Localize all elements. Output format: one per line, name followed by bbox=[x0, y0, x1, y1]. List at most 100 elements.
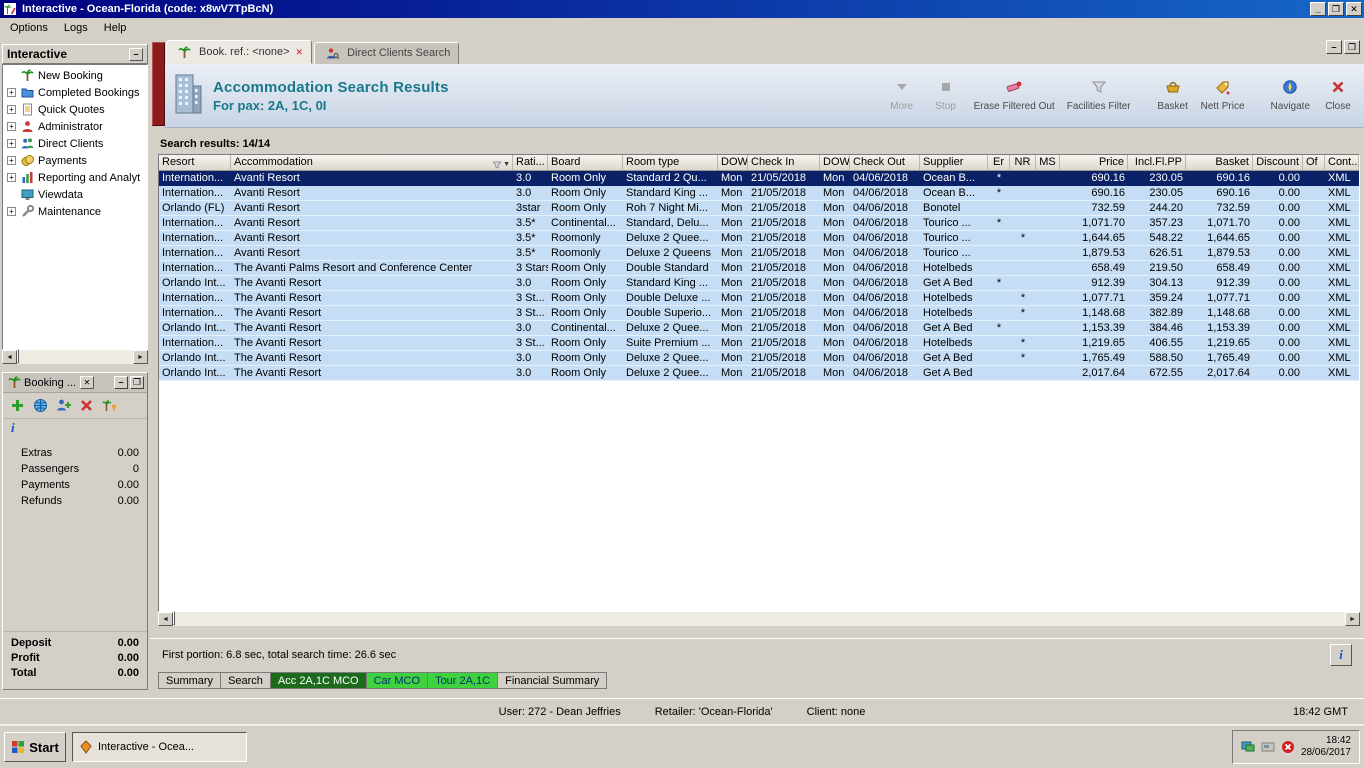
column-header-dow[interactable]: DOW bbox=[718, 155, 748, 170]
tray-error-icon[interactable] bbox=[1281, 740, 1295, 754]
booking-restore-button[interactable]: ❐ bbox=[130, 376, 144, 389]
sidebar-item-quick-quotes[interactable]: + Quick Quotes bbox=[3, 101, 147, 118]
column-header-basket[interactable]: Basket bbox=[1186, 155, 1253, 170]
expand-toggle-icon[interactable]: + bbox=[7, 207, 16, 216]
table-row[interactable]: Internation... The Avanti Resort 3 St... Ro… bbox=[159, 306, 1359, 321]
taskbar-task-button[interactable]: Interactive - Ocea... bbox=[72, 732, 247, 762]
table-row[interactable]: Orlando Int... The Avanti Resort 3.0 Room O… bbox=[159, 366, 1359, 381]
column-header-accommodation[interactable]: Accommodation ▼ bbox=[231, 155, 513, 170]
table-row[interactable]: Orlando Int... The Avanti Resort 3.0 Room O… bbox=[159, 351, 1359, 366]
erase-filtered-out-button[interactable]: Erase Filtered Out bbox=[968, 70, 1061, 122]
column-header-board[interactable]: Board bbox=[548, 155, 623, 170]
expand-toggle-icon[interactable]: + bbox=[7, 156, 16, 165]
column-header-rati[interactable]: Rati... bbox=[513, 155, 548, 170]
sidebar-item-viewdata[interactable]: Viewdata bbox=[3, 186, 147, 203]
footer-tab-car-mco[interactable]: Car MCO bbox=[366, 672, 429, 689]
more-button[interactable]: More bbox=[880, 70, 924, 122]
column-header-check-in[interactable]: Check In bbox=[748, 155, 820, 170]
panel-minimize-button[interactable]: – bbox=[1326, 40, 1342, 54]
table-row[interactable]: Orlando Int... The Avanti Resort 3.0 Contin… bbox=[159, 321, 1359, 336]
scroll-thumb[interactable] bbox=[17, 349, 19, 363]
booking-close-icon[interactable]: ✕ bbox=[79, 376, 94, 389]
expand-toggle-icon[interactable]: + bbox=[7, 88, 16, 97]
tab-direct-clients-search[interactable]: Direct Clients Search bbox=[314, 42, 460, 64]
add-passenger-icon[interactable] bbox=[55, 397, 72, 414]
column-header-supplier[interactable]: Supplier bbox=[920, 155, 988, 170]
footer-tab-financial-summary[interactable]: Financial Summary bbox=[498, 672, 608, 689]
column-header-price[interactable]: Price bbox=[1060, 155, 1128, 170]
expand-toggle-icon[interactable]: + bbox=[7, 122, 16, 131]
table-row[interactable]: Internation... Avanti Resort 3.0 Room Only S… bbox=[159, 186, 1359, 201]
nett-price-button[interactable]: Nett Price bbox=[1195, 70, 1251, 122]
booking-minimize-button[interactable]: – bbox=[114, 376, 128, 389]
column-header-er[interactable]: Er bbox=[988, 155, 1010, 170]
scroll-right-icon[interactable]: ► bbox=[1345, 612, 1360, 626]
sidebar-item-completed-bookings[interactable]: + Completed Bookings bbox=[3, 84, 147, 101]
sidebar-item-reporting-and-analyt[interactable]: + Reporting and Analyt bbox=[3, 169, 147, 186]
table-row[interactable]: Internation... The Avanti Resort 3 St... Ro… bbox=[159, 336, 1359, 351]
footer-tab-search[interactable]: Search bbox=[221, 672, 271, 689]
sidebar-hscrollbar[interactable]: ◄ ► bbox=[2, 349, 148, 364]
table-row[interactable]: Internation... Avanti Resort 3.5* Roomonly D… bbox=[159, 231, 1359, 246]
sidebar-item-administrator[interactable]: + Administrator bbox=[3, 118, 147, 135]
scroll-left-icon[interactable]: ◄ bbox=[158, 612, 173, 626]
expand-toggle-icon[interactable]: + bbox=[7, 173, 16, 182]
expand-toggle-icon[interactable]: + bbox=[7, 105, 16, 114]
column-header-check-out[interactable]: Check Out bbox=[850, 155, 920, 170]
column-header-of[interactable]: Of bbox=[1303, 155, 1325, 170]
filter-icon[interactable]: ▼ bbox=[492, 157, 510, 170]
restore-button[interactable]: ❐ bbox=[1328, 2, 1344, 16]
scroll-left-icon[interactable]: ◄ bbox=[2, 350, 17, 364]
panel-restore-button[interactable]: ❐ bbox=[1344, 40, 1360, 54]
footer-tab-acc-2a-1c-mco[interactable]: Acc 2A,1C MCO bbox=[270, 672, 367, 689]
tray-card-icon[interactable] bbox=[1261, 741, 1275, 753]
sidebar-item-payments[interactable]: + Payments bbox=[3, 152, 147, 169]
column-header-nr[interactable]: NR bbox=[1010, 155, 1036, 170]
minimize-button[interactable]: _ bbox=[1310, 2, 1326, 16]
table-row[interactable]: Internation... The Avanti Resort 3 St... Ro… bbox=[159, 291, 1359, 306]
navigate-button[interactable]: Navigate bbox=[1265, 70, 1316, 122]
menu-options[interactable]: Options bbox=[2, 20, 56, 36]
menu-logs[interactable]: Logs bbox=[56, 20, 96, 36]
table-row[interactable]: Orlando Int... The Avanti Resort 3.0 Room O… bbox=[159, 276, 1359, 291]
sidebar-item-new-booking[interactable]: New Booking bbox=[3, 67, 147, 84]
footer-tab-summary[interactable]: Summary bbox=[158, 672, 222, 689]
table-row[interactable]: Orlando (FL) Avanti Resort 3star Room Only R… bbox=[159, 201, 1359, 216]
column-header-room-type[interactable]: Room type bbox=[623, 155, 718, 170]
column-header-cont[interactable]: Cont... bbox=[1325, 155, 1359, 170]
tab-close-icon[interactable]: ✕ bbox=[296, 47, 304, 58]
column-header-ms[interactable]: MS bbox=[1036, 155, 1060, 170]
footer-tab-tour-2a-1c[interactable]: Tour 2A,1C bbox=[428, 672, 499, 689]
column-header-resort[interactable]: Resort bbox=[159, 155, 231, 170]
add-booking-icon[interactable] bbox=[9, 397, 26, 414]
column-header-discount[interactable]: Discount bbox=[1253, 155, 1303, 170]
start-button[interactable]: Start bbox=[4, 732, 66, 762]
sidebar-item-direct-clients[interactable]: + Direct Clients bbox=[3, 135, 147, 152]
table-row[interactable]: Internation... The Avanti Palms Resort an… bbox=[159, 261, 1359, 276]
facilities-filter-button[interactable]: Facilities Filter bbox=[1061, 70, 1137, 122]
column-header-dow[interactable]: DOW bbox=[820, 155, 850, 170]
export-booking-icon[interactable] bbox=[101, 397, 118, 414]
sidebar-item-maintenance[interactable]: + Maintenance bbox=[3, 203, 147, 220]
table-row[interactable]: Internation... Avanti Resort 3.5* Roomonly D… bbox=[159, 246, 1359, 261]
refresh-world-icon[interactable] bbox=[32, 397, 49, 414]
menu-help[interactable]: Help bbox=[96, 20, 135, 36]
info-button[interactable]: i bbox=[1330, 643, 1352, 666]
table-row[interactable]: Internation... Avanti Resort 3.5* Continent… bbox=[159, 216, 1359, 231]
stop-button[interactable]: Stop bbox=[924, 70, 968, 122]
sidebar-collapse-button[interactable]: – bbox=[129, 47, 143, 61]
column-header-incl-fl-pp[interactable]: Incl.Fl.PP bbox=[1128, 155, 1186, 170]
close-button[interactable]: Close bbox=[1316, 70, 1360, 122]
table-row[interactable]: Internation... Avanti Resort 3.0 Room Only S… bbox=[159, 171, 1359, 186]
booking-total-deposit: Deposit 0.00 bbox=[11, 637, 139, 649]
basket-button[interactable]: Basket bbox=[1151, 70, 1195, 122]
expand-toggle-icon[interactable]: + bbox=[7, 139, 16, 148]
tray-display-icon[interactable] bbox=[1241, 741, 1255, 753]
tab-book-ref-none[interactable]: Book. ref.: <none> ✕ bbox=[166, 40, 313, 64]
table-hscrollbar[interactable]: ◄ ► bbox=[158, 611, 1360, 626]
scroll-right-icon[interactable]: ► bbox=[133, 350, 148, 364]
close-button[interactable]: ✕ bbox=[1346, 2, 1362, 16]
scroll-thumb[interactable] bbox=[173, 611, 175, 625]
info-icon[interactable]: i bbox=[11, 420, 15, 436]
delete-icon[interactable] bbox=[78, 397, 95, 414]
